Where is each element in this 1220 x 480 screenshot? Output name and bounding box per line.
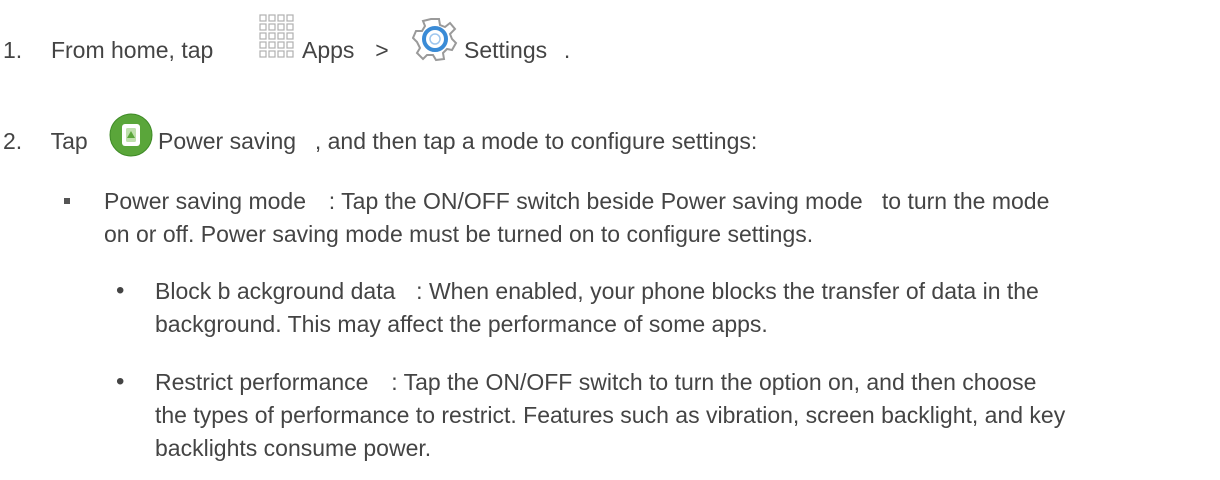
restrict-line-3: backlights consume power. [155, 433, 431, 463]
round-bullet: • [116, 368, 125, 395]
restrict-desc-2: the types of performance to restrict. Fe… [155, 402, 1066, 428]
mode-line-2: on or off. Power saving mode must be tur… [104, 219, 813, 249]
step-text-after: , and then tap a mode to configure setti… [314, 128, 758, 154]
power-saving-line: Power saving , and then tap a mode to co… [158, 126, 757, 156]
round-bullet: • [116, 277, 125, 304]
block-bg-desc-2: background. This may affect the performa… [155, 311, 768, 337]
block-bg-desc-1: : When enabled, your phone blocks the tr… [416, 278, 1039, 304]
step-1: 1. From home, tap [3, 35, 213, 65]
block-bg-line-1: Block b ackground data : When enabled, y… [155, 276, 1039, 306]
apps-label: Apps [302, 37, 355, 63]
square-bullet [64, 198, 70, 204]
power-saving-label: Power saving [158, 128, 297, 154]
settings-label: Settings [464, 37, 548, 63]
apps-label-line: Apps > [302, 35, 389, 65]
mode-desc-2: on or off. Power saving mode must be tur… [104, 221, 814, 247]
block-bg-title: Block b ackground data [155, 278, 396, 304]
step-number: 1. [3, 37, 23, 63]
step-2: 2. Tap [3, 126, 88, 156]
restrict-desc-1: : Tap the ON/OFF switch to turn the opti… [391, 369, 1037, 395]
step-text: Tap [50, 128, 88, 154]
separator: > [375, 37, 389, 63]
instructions-page: 1. From home, tap Apps > Settings . 2. T… [0, 0, 1220, 480]
settings-label-line: Settings . [464, 35, 570, 65]
restrict-line-1: Restrict performance : Tap the ON/OFF sw… [155, 367, 1036, 397]
block-bg-line-2: background. This may affect the performa… [155, 309, 768, 339]
restrict-desc-3: backlights consume power. [155, 435, 432, 461]
settings-gear-icon [411, 16, 458, 62]
apps-grid-icon [257, 13, 297, 63]
mode-desc-1: : Tap the ON/OFF switch beside Power sav… [328, 188, 1050, 214]
step-number: 2. [3, 128, 23, 154]
mode-line-1: Power saving mode : Tap the ON/OFF switc… [104, 186, 1049, 216]
restrict-line-2: the types of performance to restrict. Fe… [155, 400, 1065, 430]
restrict-title: Restrict performance [155, 369, 369, 395]
mode-title: Power saving mode [104, 188, 306, 214]
step-text: From home, tap [50, 37, 214, 63]
power-saving-icon [108, 112, 154, 158]
period: . [563, 37, 571, 63]
